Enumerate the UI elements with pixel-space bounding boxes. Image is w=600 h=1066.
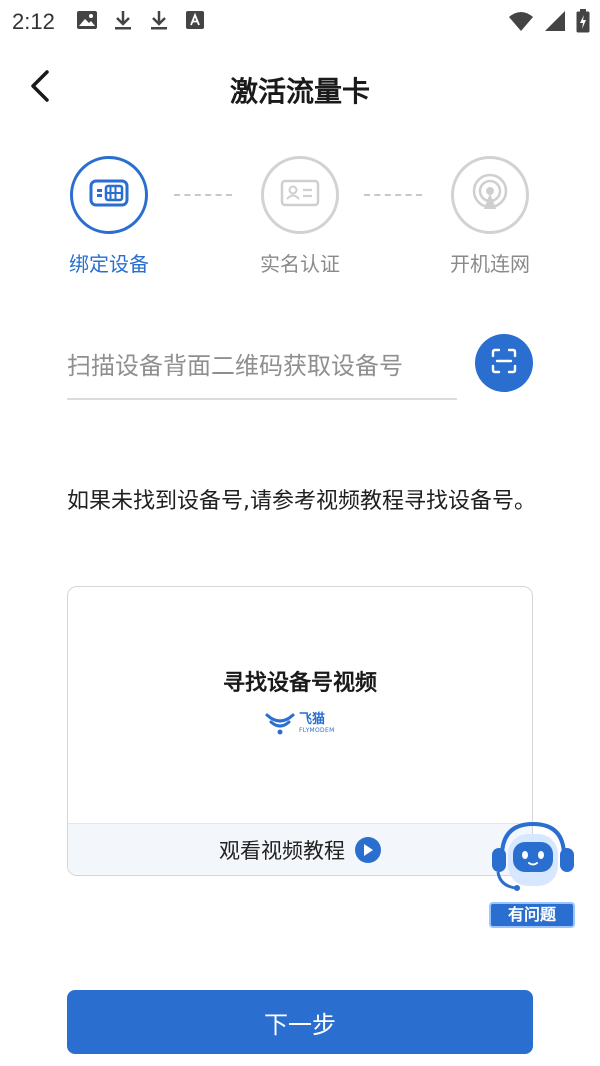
- nav-bar: 激活流量卡: [0, 56, 600, 120]
- cell-signal-icon: [544, 10, 566, 36]
- page-title: 激活流量卡: [229, 75, 370, 108]
- step-connector: [364, 194, 422, 196]
- font-icon: [184, 9, 208, 33]
- flymodem-logo: 飞猫 FLYMODEM: [265, 707, 345, 741]
- robot-assistant-icon: [488, 816, 578, 906]
- step-real-name: 实名认证: [235, 156, 365, 277]
- device-number-row: [67, 334, 537, 404]
- play-icon: [355, 836, 381, 863]
- video-card[interactable]: 寻找设备号视频 飞猫 FLYMODEM 观看视频教程: [67, 586, 533, 876]
- step-label: 实名认证: [260, 252, 340, 276]
- battery-charging-icon: [576, 9, 590, 37]
- step-label: 开机连网: [450, 252, 530, 276]
- step-circle: [70, 156, 148, 234]
- step-circle: [451, 156, 529, 234]
- step-label: 绑定设备: [69, 252, 149, 276]
- sim-card-icon: [89, 179, 129, 211]
- watch-video-label: 观看视频教程: [219, 838, 345, 863]
- logo-icon: [265, 713, 295, 735]
- id-card-icon: [280, 179, 320, 211]
- download-icon: [148, 9, 172, 33]
- system-icons: [508, 9, 590, 37]
- step-bind-device: 绑定设备: [44, 156, 174, 277]
- logo-en-text: FLYMODEM: [299, 727, 335, 734]
- help-widget[interactable]: 有问题: [486, 816, 580, 930]
- next-step-button[interactable]: 下一步: [67, 990, 533, 1054]
- notification-icons: [76, 9, 208, 33]
- download-icon: [112, 9, 136, 33]
- scan-button[interactable]: [475, 334, 533, 392]
- scan-icon: [491, 348, 517, 378]
- image-icon: [76, 9, 100, 33]
- status-bar: 2:12: [0, 0, 600, 44]
- wifi-icon: [508, 10, 534, 36]
- video-title: 寻找设备号视频: [222, 671, 377, 696]
- logo-cn-text: 飞猫: [299, 712, 326, 727]
- step-circle: [261, 156, 339, 234]
- watch-video-button[interactable]: 观看视频教程: [68, 823, 532, 875]
- status-time: 2:12: [12, 9, 55, 34]
- step-connector: [174, 194, 232, 196]
- activation-steps: 绑定设备 实名认证 开机连网: [0, 156, 600, 286]
- hint-text: 如果未找到设备号,请参考视频教程寻找设备号。: [67, 489, 536, 514]
- device-number-input[interactable]: [67, 334, 457, 400]
- step-connect-network: 开机连网: [425, 156, 555, 277]
- signal-tower-icon: [470, 173, 510, 217]
- help-label: 有问题: [489, 902, 575, 928]
